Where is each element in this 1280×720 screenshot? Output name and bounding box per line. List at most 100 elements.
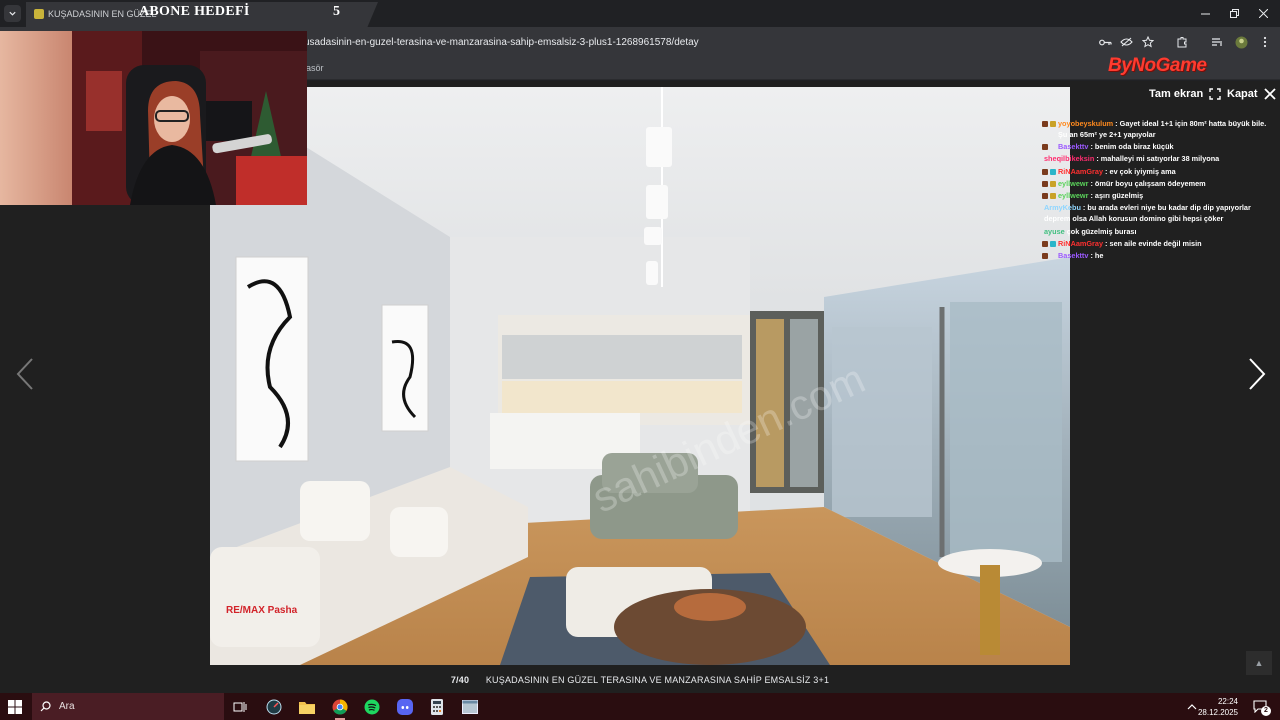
notification-count-badge: 2 (1261, 706, 1271, 716)
taskbar-app-file-explorer[interactable] (297, 697, 317, 717)
bookmark-item[interactable]: asör (306, 63, 324, 73)
chat-badge-icon (1050, 180, 1056, 187)
bynogame-logo: ByNoGame (1108, 55, 1207, 76)
password-key-icon[interactable] (1098, 35, 1112, 49)
chat-username: Basekttv (1058, 250, 1089, 260)
kebab-menu-icon[interactable] (1258, 35, 1272, 49)
chat-message: RiNAamGray : ev çok iyiymiş ama (1040, 167, 1276, 178)
living-room-image: sahibinden.com (210, 87, 1070, 665)
chat-text: he (1094, 250, 1104, 260)
chat-badge-icon (1042, 240, 1048, 247)
clock-time: 22:24 (1217, 697, 1238, 706)
browser-tab-strip: KUŞADASININ EN GÜZEL ABONE HEDEFİ 5 (0, 0, 1280, 27)
chevron-left-icon (16, 358, 33, 390)
photo-caption: 7/40 KUŞADASININ EN GÜZEL TERASINA VE MA… (0, 675, 1280, 685)
chat-badge-icon (1042, 193, 1048, 200)
chat-badge-icon (1042, 144, 1048, 151)
chat-text: mahalleyi mi satıyorlar 38 milyona (1100, 154, 1220, 164)
chat-text: ömür boyu çalışsam ödeyemem (1094, 178, 1206, 188)
close-icon (1263, 88, 1276, 100)
chat-text: sen aile evinde değil misin (1109, 238, 1202, 248)
chat-text: benim oda biraz küçük (1094, 142, 1174, 152)
restore-icon (1229, 9, 1239, 18)
window-close-button[interactable] (1248, 0, 1278, 27)
chat-message: sheqilbikeksin : mahalleyi mi satıyorlar… (1044, 154, 1220, 164)
stream-chat: yoyobeyskulum : Gayet ideal 1+1 için 80m… (1040, 119, 1276, 263)
remax-logo: RE/MAX Pasha (226, 605, 298, 616)
taskbar-search[interactable]: Ara (32, 693, 224, 720)
chat-message: ArmyKebu : bu arada evleri niye bu kadar… (1044, 203, 1251, 224)
chat-badge-icon (1042, 180, 1048, 187)
fullscreen-icon (1209, 88, 1221, 100)
chat-username: ayuse (1044, 226, 1065, 236)
subscriber-goal-value: 5 (333, 4, 340, 19)
taskbar-app-calculator[interactable] (427, 697, 447, 717)
calculator-icon (431, 699, 443, 715)
listing-photo: sahibinden.com RE/MAX Pasha (210, 87, 1070, 665)
chat-badge-icon (1042, 252, 1048, 259)
chat-text: aşırı güzelmiş (1094, 191, 1144, 201)
chat-text: ev çok iyiymiş ama (1109, 166, 1176, 176)
spotify-icon (364, 699, 380, 715)
fullscreen-label: Tam ekran (1149, 88, 1204, 100)
gauge-app-icon (266, 699, 282, 715)
chrome-icon (332, 699, 348, 715)
folder-icon (299, 702, 315, 714)
extensions-puzzle-icon[interactable] (1175, 35, 1189, 49)
task-view-icon (233, 702, 247, 712)
windows-start-button[interactable] (8, 700, 22, 714)
chat-username: sheqilbikeksin (1044, 154, 1095, 164)
chat-message: eyllwewr : ömür boyu çalışsam ödeyemem (1040, 179, 1276, 190)
scroll-to-top-button[interactable]: ▲ (1246, 651, 1272, 675)
taskbar-app-speedometer[interactable] (264, 697, 284, 717)
app-window-icon (462, 700, 478, 714)
chat-badge-icon (1050, 193, 1056, 200)
minimize-button[interactable] (1190, 0, 1220, 27)
chat-badge-icon (1050, 168, 1056, 175)
photo-counter: 7/40 (450, 675, 470, 685)
chat-username: Basekttv (1058, 142, 1089, 152)
minimize-icon (1200, 13, 1210, 15)
task-view-button[interactable] (230, 697, 250, 717)
chat-username: ArmyKebu (1044, 203, 1081, 213)
discord-icon (397, 699, 413, 715)
chat-badge-icon (1042, 168, 1048, 175)
site-favicon-icon (34, 9, 44, 19)
chat-badge-icon (1050, 121, 1056, 127)
eye-off-icon[interactable] (1119, 35, 1133, 49)
notification-center-button[interactable]: 2 (1250, 696, 1271, 716)
media-controls-icon[interactable] (1210, 35, 1224, 49)
restore-button[interactable] (1219, 0, 1249, 27)
chat-username: RiNAamGray (1058, 238, 1104, 248)
webcam-overlay (0, 31, 307, 205)
chat-message: RiNAamGray : sen aile evinde değil misin (1040, 239, 1276, 250)
listing-title: KUŞADASININ EN GÜZEL TERASINA VE MANZARA… (485, 675, 830, 685)
chevron-down-icon (9, 11, 16, 16)
system-clock[interactable]: 22:24 28.12.2025 (1196, 696, 1238, 718)
chat-badge-icon (1042, 121, 1048, 127)
streamer-webcam-image (0, 31, 307, 205)
subscriber-goal-label: ABONE HEDEFİ (139, 4, 250, 19)
chat-message: Basekttv : benim oda biraz küçük (1040, 142, 1276, 153)
chevron-right-icon (1249, 358, 1266, 390)
close-icon (1258, 9, 1268, 18)
taskbar-app-window[interactable] (460, 697, 480, 717)
profile-avatar-icon[interactable] (1234, 35, 1248, 49)
chat-badge-icon (1050, 240, 1056, 247)
taskbar-app-discord[interactable] (395, 697, 415, 717)
taskbar-app-chrome[interactable] (330, 697, 350, 720)
previous-photo-button[interactable] (10, 349, 40, 399)
windows-taskbar: Ara 22:24 28.12.2025 2 (0, 693, 1280, 720)
search-placeholder: Ara (59, 701, 75, 712)
fullscreen-button[interactable]: Tam ekran (1149, 88, 1221, 100)
chat-message: eyllwewr : aşırı güzelmiş (1040, 191, 1276, 202)
bookmark-star-icon[interactable] (1141, 35, 1155, 49)
triangle-up-icon: ▲ (1254, 658, 1264, 668)
search-icon (40, 701, 51, 712)
taskbar-app-spotify[interactable] (362, 697, 382, 717)
address-bar[interactable]: usadasinin-en-guzel-terasina-ve-manzaras… (304, 37, 699, 48)
next-photo-button[interactable] (1242, 349, 1272, 399)
close-viewer-button[interactable]: Kapat (1227, 88, 1276, 100)
tab-search-button[interactable] (4, 5, 21, 22)
screen: KUŞADASININ EN GÜZEL ABONE HEDEFİ 5 usad… (0, 0, 1280, 720)
